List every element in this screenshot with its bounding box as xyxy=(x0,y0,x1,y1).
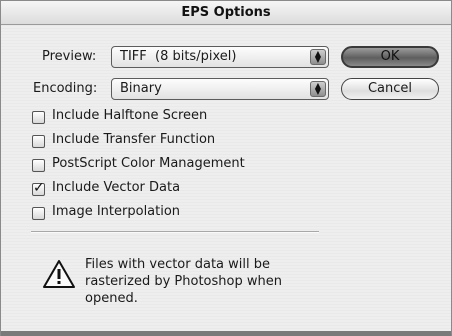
ok-button[interactable]: OK xyxy=(341,46,439,68)
eps-options-dialog: EPS Options Preview: TIFF (8 bits/pixel)… xyxy=(0,0,452,336)
image-interpolation-label: Image Interpolation xyxy=(52,204,181,219)
include-vector-label: Include Vector Data xyxy=(52,180,181,195)
include-transfer-label: Include Transfer Function xyxy=(52,132,216,147)
preview-label: Preview: xyxy=(42,49,97,64)
postscript-color-checkbox[interactable] xyxy=(32,159,45,172)
include-vector-checkbox[interactable]: ✓ xyxy=(32,180,45,196)
encoding-label: Encoding: xyxy=(33,81,98,96)
include-transfer-checkbox[interactable] xyxy=(32,135,45,148)
preview-popup-value: TIFF (8 bits/pixel) xyxy=(120,49,237,64)
divider xyxy=(31,231,319,233)
encoding-popup[interactable]: Binary ▲ ▼ xyxy=(111,78,329,100)
include-halftone-label: Include Halftone Screen xyxy=(52,108,208,123)
warning-message: Files with vector data will be rasterize… xyxy=(85,257,282,306)
popup-arrows-icon: ▲ ▼ xyxy=(310,81,326,97)
cancel-button[interactable]: Cancel xyxy=(341,78,439,100)
warning-triangle-icon xyxy=(43,260,75,288)
popup-arrows-icon: ▲ ▼ xyxy=(310,49,326,65)
preview-popup[interactable]: TIFF (8 bits/pixel) ▲ ▼ xyxy=(111,46,329,68)
checkmark-icon: ✓ xyxy=(33,180,45,196)
image-interpolation-checkbox[interactable] xyxy=(32,207,45,220)
include-halftone-checkbox[interactable] xyxy=(32,111,45,124)
window-bottom-edge xyxy=(1,331,451,336)
encoding-popup-value: Binary xyxy=(120,81,162,96)
dialog-title: EPS Options xyxy=(1,1,451,25)
postscript-color-label: PostScript Color Management xyxy=(52,156,245,171)
